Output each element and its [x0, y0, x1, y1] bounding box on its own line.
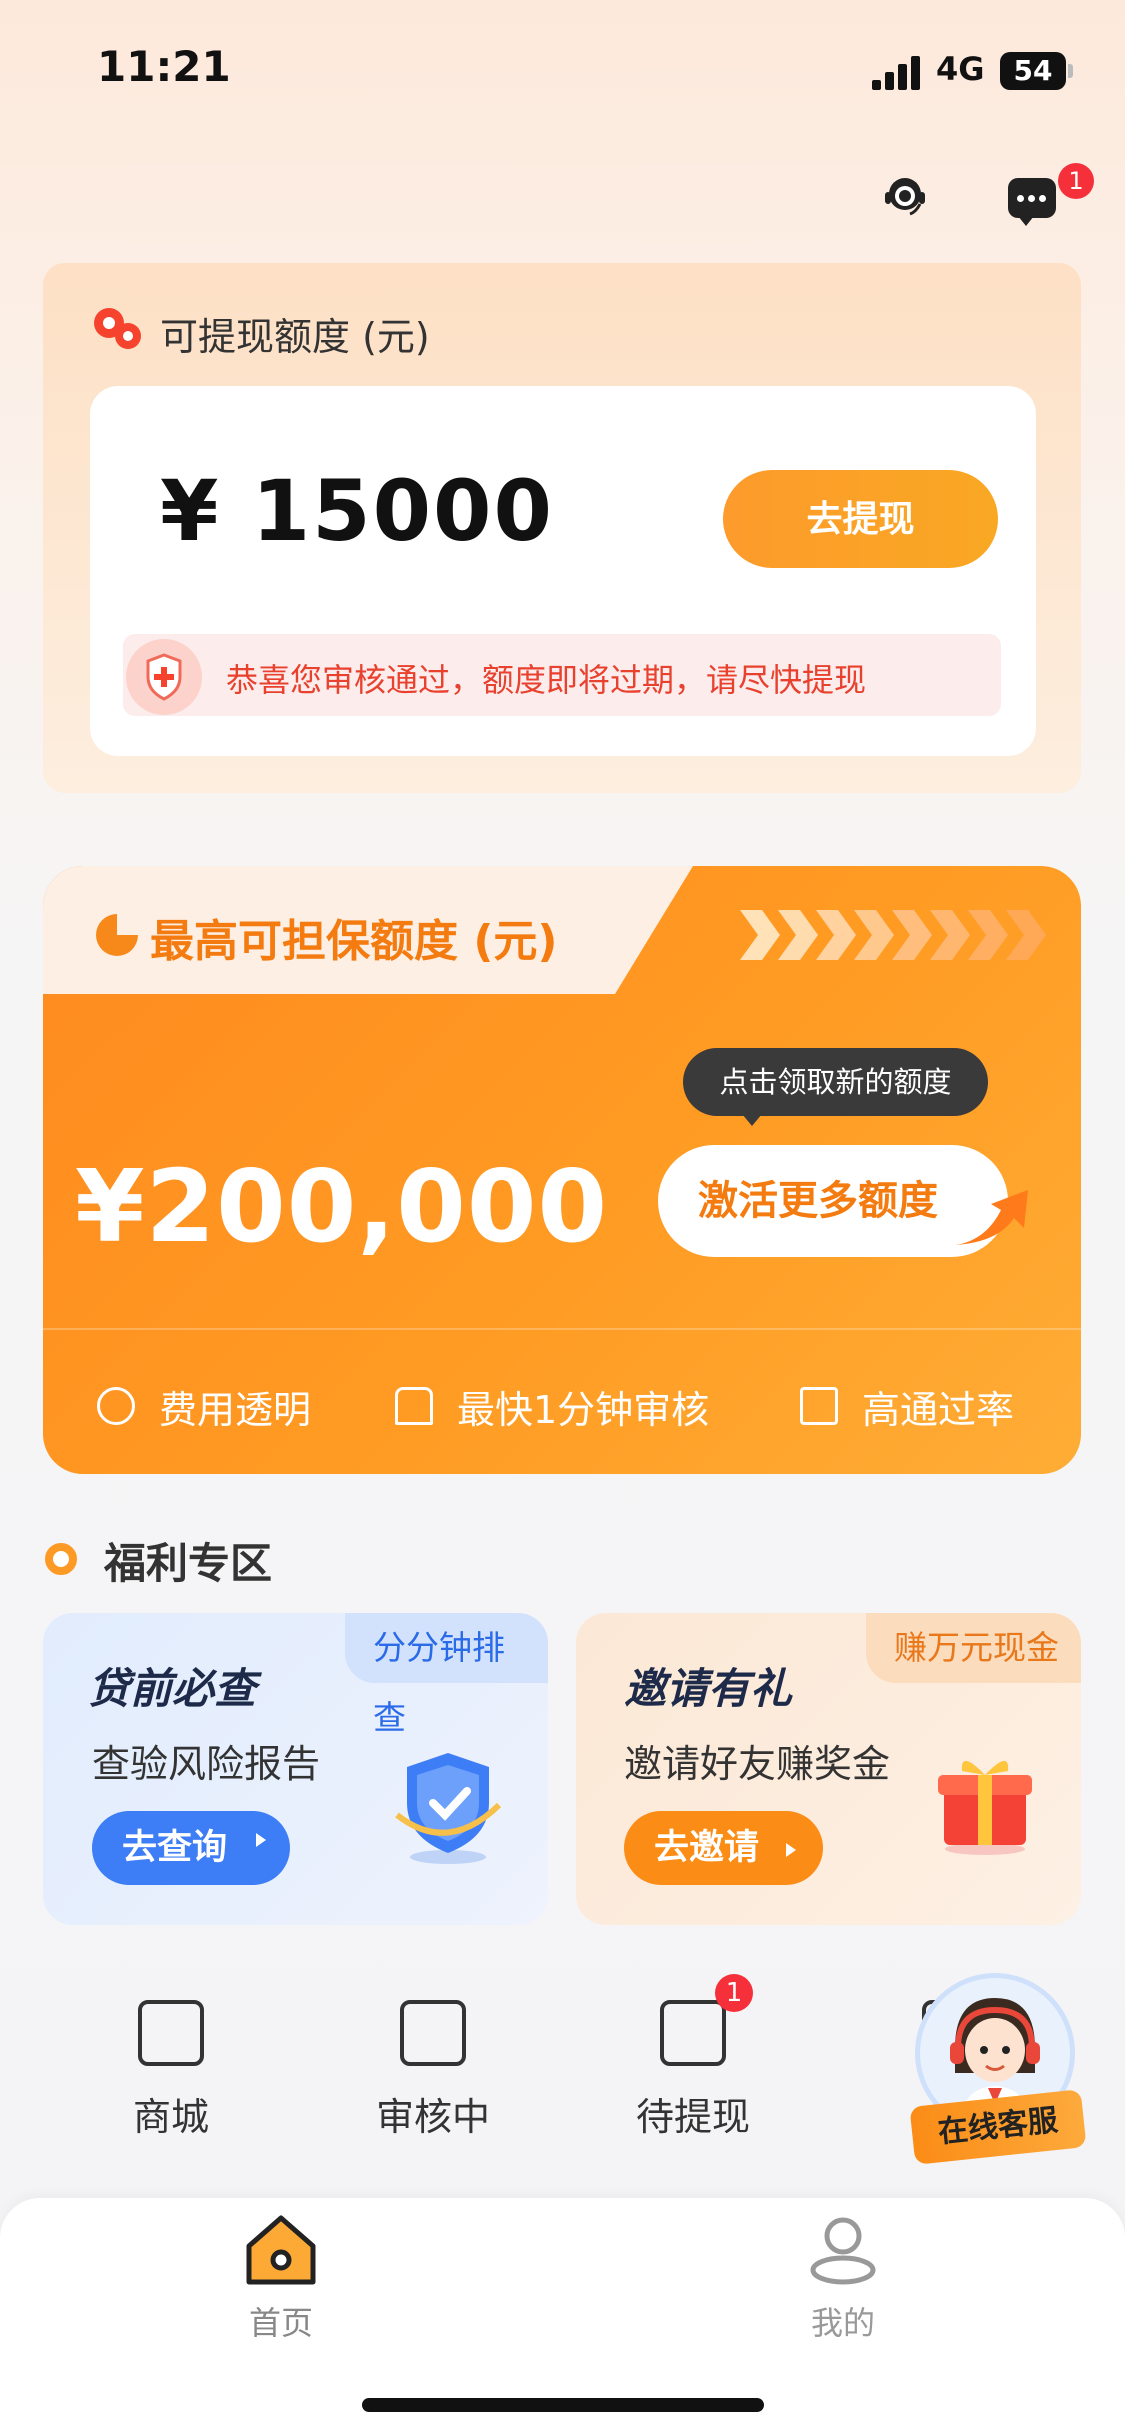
tooltip-arrow	[742, 1114, 762, 1126]
stamp-icon	[395, 1387, 433, 1425]
play-arrow-icon	[256, 1833, 266, 1847]
tab-home[interactable]: 首页	[181, 2212, 381, 2344]
invite-heading: 邀请有礼	[624, 1664, 793, 1713]
shield-check-icon	[395, 1753, 502, 1864]
feature-fast-review: 最快1分钟审核	[395, 1380, 709, 1432]
nav-mall[interactable]: 商城	[86, 2000, 256, 2141]
home-icon	[246, 2215, 316, 2285]
pie-chart-icon	[96, 914, 138, 956]
tab-home-label: 首页	[248, 2304, 313, 2342]
message-icon[interactable]	[1008, 178, 1056, 226]
feature-label: 最快1分钟审核	[457, 1387, 710, 1432]
credit-check-subtitle: 查验风险报告	[92, 1742, 321, 1786]
network-type: 4G	[936, 50, 985, 88]
shield-icon	[126, 639, 202, 715]
feature-label: 高通过率	[862, 1387, 1015, 1432]
status-time: 11:21	[97, 42, 231, 91]
document-wallet-icon	[660, 2000, 726, 2066]
withdrawable-amount: ¥ 15000	[160, 462, 554, 560]
nav-label: 待提现	[635, 2095, 750, 2139]
store-icon	[138, 2000, 204, 2066]
signal-icon	[872, 56, 922, 90]
invite-subtitle: 邀请好友赚奖金	[624, 1742, 891, 1786]
user-icon	[810, 2217, 876, 2285]
feature-label: 费用透明	[159, 1387, 312, 1432]
guarantee-divider	[43, 1328, 1081, 1330]
credit-check-heading: 贷前必查	[88, 1664, 257, 1713]
document-icon	[800, 1387, 838, 1425]
chevrons-decoration	[740, 910, 1046, 960]
message-badge: 1	[1058, 163, 1094, 199]
nav-pending-withdraw[interactable]: 待提现	[608, 2000, 778, 2141]
feature-transparent-fees: 费用透明	[97, 1380, 311, 1432]
withdraw-button[interactable]: 去提现	[723, 470, 998, 568]
coins-icon	[94, 308, 141, 349]
play-arrow-icon	[786, 1843, 796, 1857]
invite-tag: 赚万元现金	[866, 1613, 1081, 1683]
gift-icon	[938, 1760, 1032, 1855]
arrow-up-right-icon	[956, 1190, 1028, 1245]
guarantee-amount: ¥200,000	[75, 1148, 609, 1265]
battery-tip	[1068, 64, 1073, 78]
tab-mine-label: 我的	[810, 2304, 875, 2342]
nav-label: 审核中	[375, 2095, 490, 2139]
dollar-circle-icon	[97, 1387, 135, 1425]
nav-under-review[interactable]: 审核中	[348, 2000, 518, 2141]
withdrawable-title: 可提现额度 (元)	[160, 315, 430, 359]
guarantee-title: 最高可担保额度 (元)	[150, 916, 558, 967]
notice-text: 恭喜您审核通过，额度即将过期，请尽快提现	[226, 661, 867, 699]
pending-withdraw-badge: 1	[715, 1974, 753, 2012]
section-dot-icon	[45, 1543, 77, 1575]
new-quota-tooltip: 点击领取新的额度	[683, 1048, 988, 1116]
tab-mine[interactable]: 我的	[743, 2212, 943, 2344]
feature-high-approval: 高通过率	[800, 1380, 1014, 1432]
nav-label: 商城	[132, 2095, 209, 2139]
credit-check-tag: 分分钟排查	[345, 1613, 548, 1737]
home-indicator	[362, 2398, 764, 2412]
document-clock-icon	[400, 2000, 466, 2066]
welfare-title: 福利专区	[104, 1539, 273, 1588]
customer-service-icon[interactable]	[880, 172, 930, 222]
battery-icon: 54	[1000, 52, 1066, 90]
